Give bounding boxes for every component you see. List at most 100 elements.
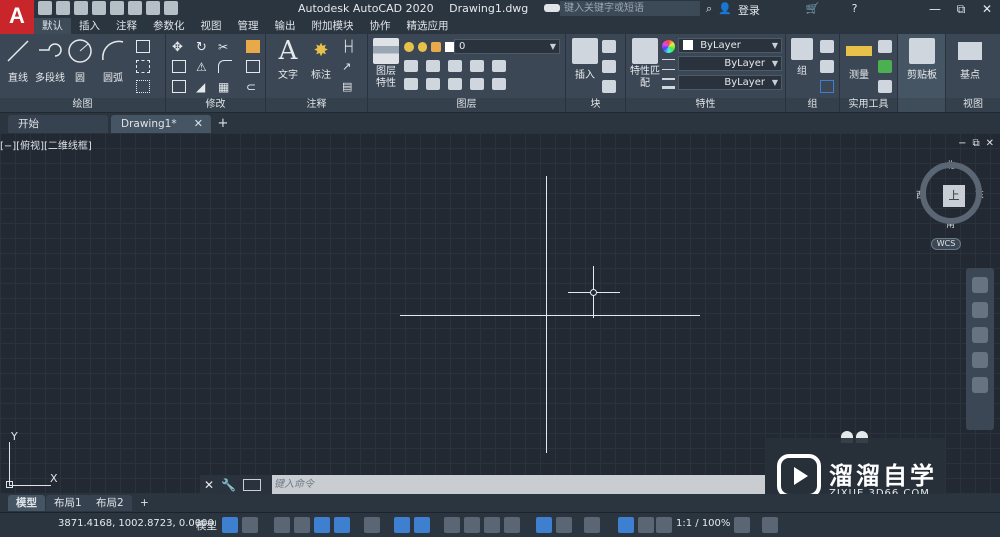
tab-home[interactable]: 默认 [34,18,71,34]
clipboard-panel-title[interactable] [898,98,945,112]
lock-icon[interactable] [431,42,441,52]
layer-unisolate-icon[interactable] [470,60,484,72]
group-select-icon[interactable] [820,80,834,93]
orbit-icon[interactable] [972,352,988,368]
user-icon[interactable]: 👤 [718,2,732,18]
table-icon[interactable]: ▤ [342,80,356,93]
fillet-icon[interactable] [218,60,232,73]
group-tool[interactable]: 组 [790,38,814,77]
trim-icon[interactable]: ✂ [218,40,232,54]
color-dropdown[interactable]: ByLayer ▼ [678,38,782,53]
search-input[interactable]: 键入关键字或短语 [560,1,700,16]
zoom-icon[interactable] [972,327,988,343]
tab-layout2[interactable]: 布局2 [88,495,132,511]
text-tool[interactable]: A 文字 [274,38,302,81]
hatch-icon[interactable] [136,60,150,73]
auto-scale-icon[interactable] [638,517,654,533]
view-panel-title[interactable]: 视图 [946,98,1000,112]
new-tab-button[interactable]: + [215,116,231,132]
groups-panel-title[interactable]: 组 [786,98,839,112]
coordinates-readout[interactable]: 3871.4168, 1002.8723, 0.0000 [58,518,214,529]
stretch-icon[interactable] [172,80,186,93]
bulb-icon[interactable] [404,42,414,52]
selection-filter-icon[interactable] [556,517,572,533]
save-as-icon[interactable] [92,1,106,15]
copy-icon[interactable] [172,60,186,73]
layers-panel-title[interactable]: 图层 [368,98,565,112]
tab-featured-apps[interactable]: 精选应用 [399,18,457,34]
lineweight-icon[interactable] [662,78,675,89]
insert-tool[interactable]: 插入 [570,38,600,81]
steering-wheel-icon[interactable] [972,277,988,293]
leader-icon[interactable]: ↗ [342,60,356,73]
isometric-icon[interactable] [364,517,380,533]
object-snap-tracking-icon[interactable] [394,517,410,533]
block-panel-title[interactable]: 块 [566,98,625,112]
new-icon[interactable] [38,1,52,15]
viewport-restore-button[interactable]: ⧉ [972,138,979,149]
color-wheel-icon[interactable] [662,40,675,53]
share-icon[interactable] [543,4,560,12]
linetype-icon[interactable] [662,59,675,70]
new-layout-button[interactable]: + [132,495,157,511]
lineweight-toggle-icon[interactable] [444,517,460,533]
clipboard-tool[interactable]: 剪贴板 [904,38,940,81]
save-icon[interactable] [74,1,88,15]
array-icon[interactable]: ▦ [218,80,232,94]
customize-wrench-icon[interactable]: 🔧 [221,478,236,492]
close-button[interactable]: ✕ [974,0,1000,18]
edit-attributes-icon[interactable] [602,80,616,93]
showmotion-icon[interactable] [972,377,988,393]
dynamic-ucs-icon[interactable] [536,517,552,533]
layer-merge-icon[interactable] [470,78,484,90]
layer-freeze-icon[interactable] [492,60,506,72]
layer-off-icon[interactable] [404,78,418,90]
annotation-scale-value[interactable]: 1:1 / 100% [676,518,730,529]
layer-isolate-icon[interactable] [448,60,462,72]
calculator-icon[interactable] [878,80,892,93]
mirror-icon[interactable]: ⚠ [196,60,210,74]
tab-model[interactable]: 模型 [8,495,45,511]
rectangle-icon[interactable] [136,40,150,53]
object-snap-icon[interactable] [414,517,430,533]
annotation-monitor-icon[interactable] [762,517,778,533]
circle-tool[interactable]: 圆 [66,38,94,84]
annotation-panel-title[interactable]: 注释 [266,98,367,112]
linetype-dropdown[interactable]: ByLayer ▼ [678,56,782,71]
help-icon[interactable]: ? [852,2,858,18]
rotate-icon[interactable]: ↻ [196,40,210,55]
annotation-scale-icon[interactable] [656,517,672,533]
tab-collaborate[interactable]: 协作 [362,18,399,34]
tab-start[interactable]: 开始 [8,115,108,133]
3d-osnap-icon[interactable] [504,517,520,533]
layer-delete-icon[interactable] [492,78,506,90]
viewport-close-button[interactable]: ✕ [986,138,994,149]
lineweight-dropdown[interactable]: ByLayer ▼ [678,75,782,90]
layer-unlock-icon[interactable] [448,78,462,90]
viewport-controls-label[interactable]: [−][俯视][二维线框] [0,137,92,152]
measure-tool[interactable]: 测量 [844,38,874,81]
plot-icon[interactable] [128,1,142,15]
wcs-menu[interactable]: WCS [931,238,961,250]
match-properties-tool[interactable]: 特性匹配 [630,38,660,90]
ortho-icon[interactable] [314,517,330,533]
modify-panel-title[interactable]: 修改 [166,98,265,112]
tab-insert[interactable]: 插入 [71,18,108,34]
edit-block-icon[interactable] [602,60,616,73]
sun-icon[interactable] [417,42,427,52]
selection-cycling-icon[interactable] [484,517,500,533]
gizmo-icon[interactable] [584,517,600,533]
tab-addins[interactable]: 附加模块 [304,18,362,34]
open-icon[interactable] [56,1,70,15]
annotation-visibility-icon[interactable] [618,517,634,533]
viewcube-top-face[interactable]: 上 [943,185,965,207]
web-mobile-icon[interactable] [110,1,124,15]
maximize-button[interactable]: ⧉ [948,0,974,18]
close-command-line-icon[interactable]: ✕ [204,478,214,492]
cart-icon[interactable]: 🛒 [806,2,820,18]
create-block-icon[interactable] [602,40,616,53]
recent-commands-icon[interactable] [243,478,262,491]
undo-icon[interactable] [146,1,160,15]
properties-panel-title[interactable]: 特性 [626,98,785,112]
layer-color-swatch[interactable] [444,42,454,52]
